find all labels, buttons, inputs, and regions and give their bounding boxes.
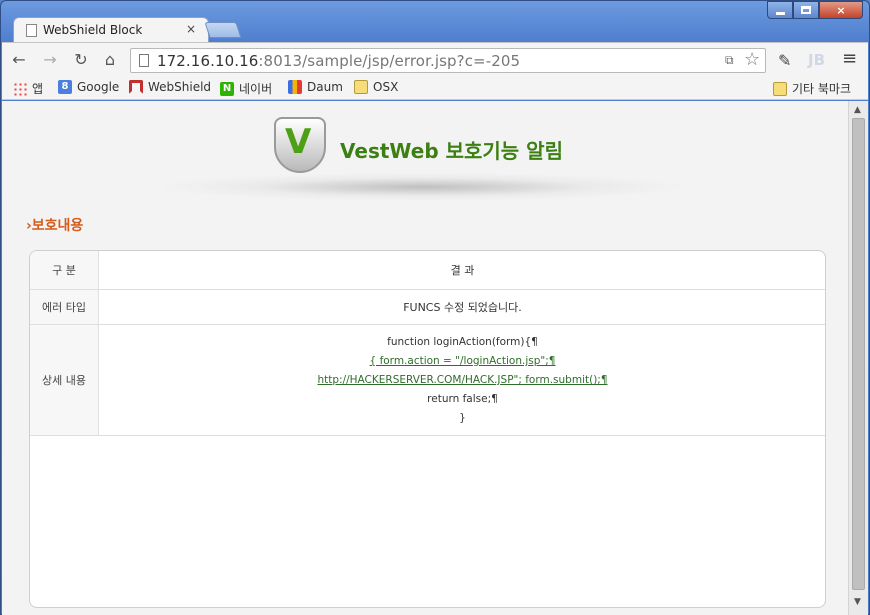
star-icon[interactable]: ☆	[744, 49, 760, 70]
forward-icon[interactable]: →	[40, 50, 60, 69]
shield-letter: V	[285, 122, 312, 162]
toolbar: ← → ↻ ⌂ 172.16.10.16:8013/sample/jsp/err…	[2, 42, 868, 76]
bookmark-label: Google	[77, 80, 120, 94]
bookmark-osx[interactable]: OSX	[354, 80, 398, 94]
address-bar[interactable]: 172.16.10.16:8013/sample/jsp/error.jsp?c…	[130, 48, 766, 73]
page-title: VestWeb 보호기능 알림	[340, 139, 563, 163]
google-icon: 8	[58, 80, 72, 94]
bookmark-daum[interactable]: Daum	[288, 80, 343, 94]
extension-jb-icon[interactable]: JB	[808, 51, 825, 69]
menu-icon[interactable]: ≡	[842, 48, 857, 69]
tab-webshield-block[interactable]: WebShield Block ×	[13, 17, 209, 43]
apps-icon	[13, 81, 27, 96]
tab-close-icon[interactable]: ×	[186, 22, 196, 36]
window-controls: ×	[767, 1, 863, 19]
scroll-down-icon[interactable]: ▼	[854, 597, 861, 607]
page-content: V VestWeb 보호기능 알림 ›보호내용 구 분 결 과 에러 타입 FU…	[2, 101, 848, 615]
code-line: http://HACKERSERVER.COM/HACK.JSP"; form.…	[317, 374, 608, 386]
scroll-thumb[interactable]	[852, 118, 865, 590]
minimize-icon	[775, 11, 785, 15]
row-value: FUNCS 수정 되었습니다.	[403, 301, 522, 314]
code-line: }	[459, 412, 466, 424]
maximize-icon	[801, 6, 811, 14]
bookmark-label: 기타 북마크	[792, 82, 852, 96]
scroll-up-icon[interactable]: ▲	[854, 105, 861, 115]
header-shadow	[162, 173, 682, 201]
browser-window: × WebShield Block × ← → ↻ ⌂ 172.16.10.16…	[0, 0, 870, 615]
header-value: 결 과	[450, 264, 475, 277]
row-label: 에러 타입	[30, 290, 99, 324]
code-line: return false;¶	[427, 393, 498, 405]
back-icon[interactable]: ←	[9, 50, 29, 69]
translate-icon[interactable]: ⧉	[725, 53, 734, 68]
url-host: 172.16.10.16	[157, 52, 259, 70]
vertical-scrollbar[interactable]: ▲ ▼	[848, 101, 868, 615]
detail-code: function loginAction(form){¶ { form.acti…	[100, 333, 825, 428]
page-icon	[139, 54, 149, 67]
daum-icon	[288, 80, 302, 94]
bookmarks-bar: 앱 8 Google WebShield N 네이버 Daum OSX 기타 북마크	[2, 76, 868, 100]
minimize-button[interactable]	[767, 1, 793, 19]
bookmark-other[interactable]: 기타 북마크	[773, 80, 851, 97]
bookmark-naver[interactable]: N 네이버	[220, 80, 272, 97]
close-window-button[interactable]: ×	[819, 1, 863, 19]
reload-icon[interactable]: ↻	[71, 50, 91, 69]
url-text[interactable]: 172.16.10.16:8013/sample/jsp/error.jsp?c…	[157, 52, 520, 70]
naver-icon: N	[220, 81, 234, 96]
pen-icon[interactable]: ✎	[778, 51, 791, 70]
page-icon	[26, 24, 37, 37]
section-title-text: 보호내용	[31, 218, 84, 234]
bookmark-apps[interactable]: 앱	[13, 80, 43, 97]
bookmark-label: WebShield	[148, 80, 212, 94]
code-line: function loginAction(form){¶	[387, 336, 538, 348]
section-title: ›보호내용	[26, 215, 83, 235]
webshield-icon	[129, 80, 143, 94]
maximize-button[interactable]	[793, 1, 819, 19]
bookmark-label: 앱	[32, 82, 44, 96]
home-icon[interactable]: ⌂	[100, 50, 120, 69]
vestweb-logo-icon: V	[274, 117, 326, 173]
bookmark-label: Daum	[307, 80, 343, 94]
table-header-row: 구 분 결 과	[30, 251, 825, 290]
header-label: 구 분	[30, 251, 99, 289]
code-line: { form.action = "/loginAction.jsp";¶	[369, 355, 556, 367]
row-label: 상세 내용	[30, 325, 99, 435]
bookmark-label: 네이버	[239, 82, 273, 96]
result-table: 구 분 결 과 에러 타입 FUNCS 수정 되었습니다. 상세 내용 func…	[29, 250, 826, 608]
url-path: :8013/sample/jsp/error.jsp?c=-205	[258, 52, 521, 70]
new-tab-button[interactable]	[204, 22, 242, 38]
bookmark-webshield[interactable]: WebShield	[129, 80, 211, 94]
folder-icon	[354, 80, 368, 94]
folder-icon	[773, 81, 787, 96]
table-row-detail: 상세 내용 function loginAction(form){¶ { for…	[30, 325, 825, 436]
table-row: 에러 타입 FUNCS 수정 되었습니다.	[30, 290, 825, 325]
bookmark-google[interactable]: 8 Google	[58, 80, 119, 94]
bookmark-label: OSX	[373, 80, 399, 94]
tab-title: WebShield Block	[43, 23, 143, 37]
